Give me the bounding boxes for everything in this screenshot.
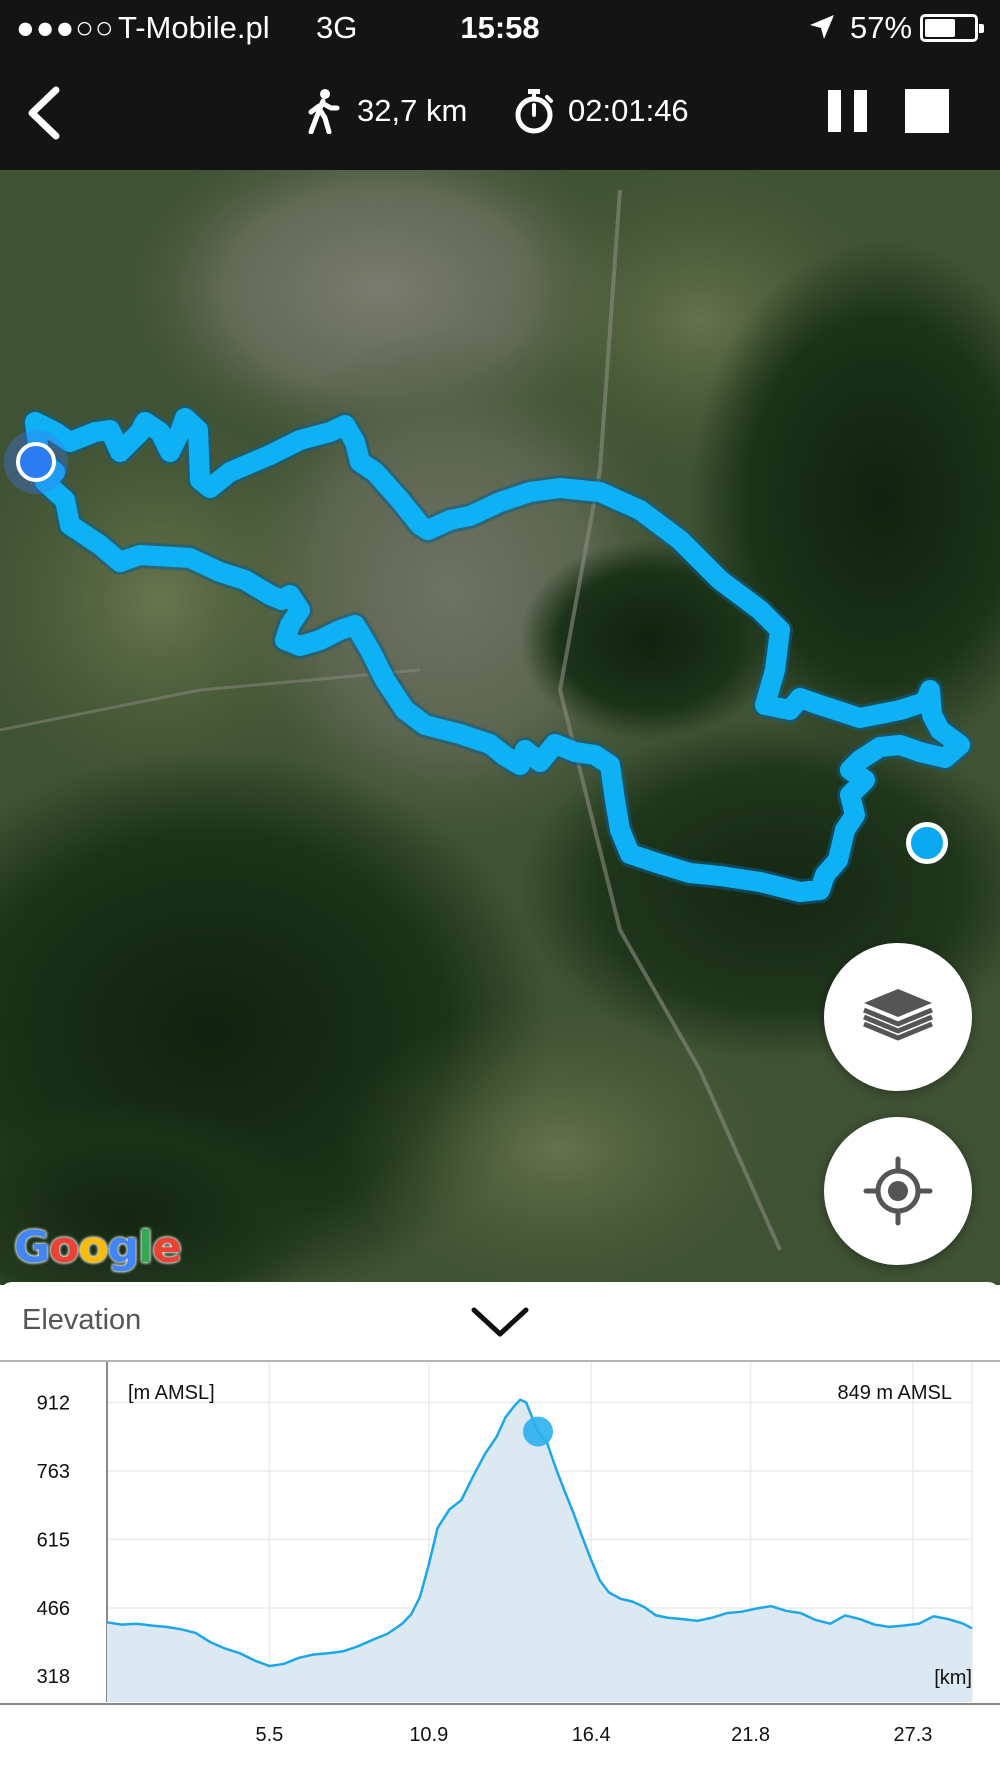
distance-stat: 32,7 km xyxy=(303,86,467,136)
route-end-marker xyxy=(906,822,948,864)
pause-icon xyxy=(828,90,841,132)
x-tick-label: 5.5 xyxy=(255,1724,283,1746)
x-axis-label: [km] xyxy=(934,1667,972,1689)
google-logo: Google xyxy=(14,1222,182,1273)
y-tick-label: 912 xyxy=(37,1393,70,1415)
x-tick-label: 27.3 xyxy=(893,1724,932,1746)
x-tick-label: 10.9 xyxy=(409,1724,448,1746)
battery-icon xyxy=(920,14,984,42)
my-location-button[interactable] xyxy=(824,1117,972,1265)
x-axis-line xyxy=(0,1703,1000,1705)
current-elevation-label: 849 m AMSL xyxy=(837,1382,952,1404)
distance-value: 32,7 km xyxy=(357,93,468,128)
y-tick-label: 466 xyxy=(37,1598,70,1620)
stop-button[interactable] xyxy=(905,89,949,133)
route-start-marker xyxy=(16,442,56,482)
duration-value: 02:01:46 xyxy=(568,93,689,128)
battery-percent: 57% xyxy=(850,10,913,45)
x-tick-label: 16.4 xyxy=(572,1724,611,1746)
pause-button[interactable] xyxy=(828,90,868,132)
map-layers-button[interactable] xyxy=(824,943,972,1091)
duration-stat: 02:01:46 xyxy=(514,86,689,136)
chevron-down-icon xyxy=(471,1307,529,1337)
y-axis-label: [m AMSL] xyxy=(128,1382,215,1404)
elevation-chart[interactable]: [m AMSL] 849 m AMSL [km] 912 763 615 466 318 xyxy=(0,1362,1000,1702)
elevation-panel: Elevation [m AMSL] 849 m AMSL [km] 912 76… xyxy=(0,1282,1000,1778)
location-arrow-icon xyxy=(810,15,834,39)
satellite-map[interactable]: Google xyxy=(0,170,1000,1285)
x-tick-label: 21.8 xyxy=(731,1724,770,1746)
layers-icon xyxy=(863,989,933,1041)
y-tick-label: 615 xyxy=(37,1529,70,1551)
crosshair-icon xyxy=(863,1156,933,1226)
y-tick-label: 318 xyxy=(37,1666,70,1688)
map-imagery xyxy=(0,170,1000,1285)
status-bar: ●●●○○ T-Mobile.pl 3G 15:58 57% xyxy=(0,0,1000,56)
back-button[interactable] xyxy=(18,78,78,148)
chevron-left-icon xyxy=(28,86,60,140)
elevation-panel-header: Elevation xyxy=(0,1282,1000,1362)
tracking-toolbar: 32,7 km 02:01:46 xyxy=(0,56,1000,170)
current-position-marker xyxy=(523,1416,554,1447)
app-screen: ●●●○○ T-Mobile.pl 3G 15:58 57% 32,7 km 0… xyxy=(0,0,1000,1778)
collapse-panel-button[interactable] xyxy=(468,1302,532,1342)
panel-title: Elevation xyxy=(22,1304,142,1336)
x-axis-ticks: 5.5 10.9 16.4 21.8 27.3 xyxy=(255,1724,932,1746)
stopwatch-icon xyxy=(515,89,553,134)
walking-person-icon xyxy=(308,89,340,134)
y-tick-label: 763 xyxy=(37,1461,70,1483)
